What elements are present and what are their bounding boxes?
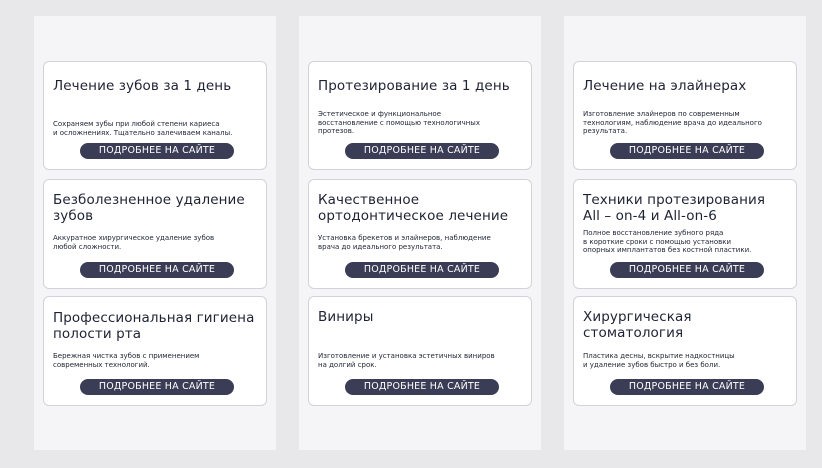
service-title: Виниры (318, 309, 374, 325)
services-page: Лечение зубов за 1 день Сохраняем зубы п… (0, 0, 822, 468)
service-card: Хирургическая стоматология Пластика десн… (573, 296, 797, 406)
service-description: Аккуратное хирургическое удаление зубов … (53, 234, 215, 251)
services-column-1: Лечение зубов за 1 день Сохраняем зубы п… (34, 16, 276, 450)
service-title: Качественное ортодонтическое лечение (318, 192, 509, 224)
more-on-site-button[interactable]: ПОДРОБНЕЕ НА САЙТЕ (80, 262, 234, 278)
more-on-site-button[interactable]: ПОДРОБНЕЕ НА САЙТЕ (345, 143, 499, 159)
service-card: Лечение на элайнерах Изготовление элайне… (573, 61, 797, 170)
service-card: Лечение зубов за 1 день Сохраняем зубы п… (43, 61, 267, 170)
services-column-2: Протезирование за 1 день Эстетическое и … (299, 16, 541, 450)
service-card: Техники протезирования All – on-4 и All-… (573, 179, 797, 289)
more-on-site-button[interactable]: ПОДРОБНЕЕ НА САЙТЕ (80, 143, 234, 159)
service-card: Виниры Изготовление и установка эстетичн… (308, 296, 532, 406)
service-description: Полное восстановление зубного ряда в кор… (583, 229, 752, 254)
service-title: Безболезненное удаление зубов (53, 192, 245, 224)
service-description: Изготовление элайнеров по современным те… (583, 110, 762, 135)
service-card: Протезирование за 1 день Эстетическое и … (308, 61, 532, 170)
service-description: Эстетическое и функциональное восстановл… (318, 110, 480, 135)
service-description: Установка брекетов и элайнеров, наблюден… (318, 234, 491, 251)
service-card: Профессиональная гигиена полости рта Бер… (43, 296, 267, 406)
more-on-site-button[interactable]: ПОДРОБНЕЕ НА САЙТЕ (610, 379, 764, 395)
service-title: Техники протезирования All – on-4 и All-… (583, 192, 766, 224)
more-on-site-button[interactable]: ПОДРОБНЕЕ НА САЙТЕ (610, 262, 764, 278)
service-title: Лечение на элайнерах (583, 78, 747, 94)
service-title: Профессиональная гигиена полости рта (53, 310, 255, 342)
service-title: Лечение зубов за 1 день (53, 78, 232, 94)
more-on-site-button[interactable]: ПОДРОБНЕЕ НА САЙТЕ (345, 262, 499, 278)
services-column-3: Лечение на элайнерах Изготовление элайне… (564, 16, 806, 450)
service-description: Бережная чистка зубов с применением совр… (53, 352, 200, 369)
service-title: Хирургическая стоматология (583, 309, 692, 341)
service-description: Изготовление и установка эстетичных вини… (318, 352, 495, 369)
more-on-site-button[interactable]: ПОДРОБНЕЕ НА САЙТЕ (610, 143, 764, 159)
more-on-site-button[interactable]: ПОДРОБНЕЕ НА САЙТЕ (80, 379, 234, 395)
service-title: Протезирование за 1 день (318, 78, 510, 94)
service-card: Безболезненное удаление зубов Аккуратное… (43, 179, 267, 289)
service-card: Качественное ортодонтическое лечение Уст… (308, 179, 532, 289)
service-description: Пластика десны, вскрытие надкостницы и у… (583, 352, 735, 369)
more-on-site-button[interactable]: ПОДРОБНЕЕ НА САЙТЕ (345, 379, 499, 395)
service-description: Сохраняем зубы при любой степени кариеса… (53, 120, 233, 137)
